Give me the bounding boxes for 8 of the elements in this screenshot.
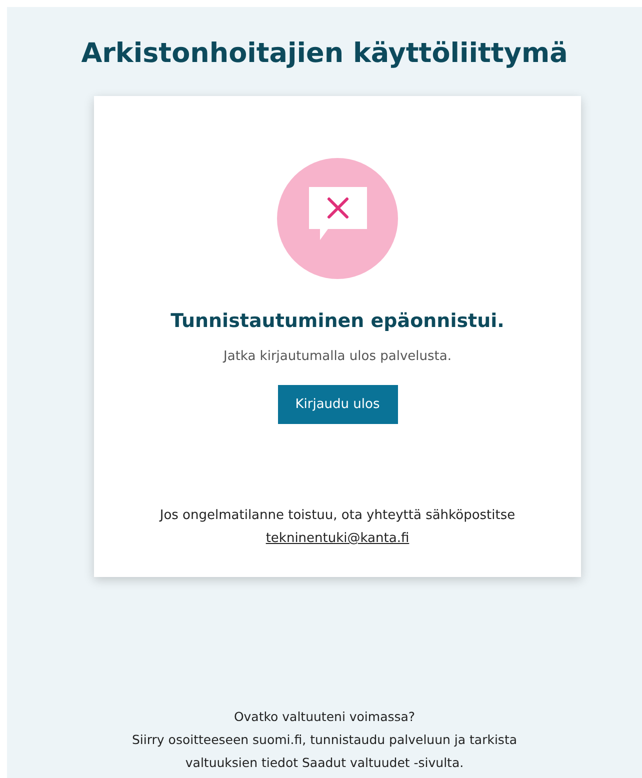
error-message: Jatka kirjautumalla ulos palvelusta. <box>224 348 452 366</box>
email-link[interactable]: tekninentuki@kanta.fi <box>266 531 410 546</box>
page-title: Arkistonhoitajien käyttöliittymä <box>80 37 569 66</box>
footer-question: Ovatko valtuuteni voimassa? <box>234 709 416 724</box>
footer-instructions: Siirry osoitteeseen suomi.fi, tunnistaudu palveluun ja tarkista valtuuksien tiedot Saadut valtuudet -sivulta. <box>130 731 518 772</box>
contact-text: Jos ongelmatilanne toistuu, ota yhteyttä sähköpostitse <box>160 508 516 523</box>
logout-button[interactable]: Kirjaudu ulos <box>278 385 398 424</box>
error-heading: Tunnistautuminen epäonnistui. <box>170 309 506 334</box>
